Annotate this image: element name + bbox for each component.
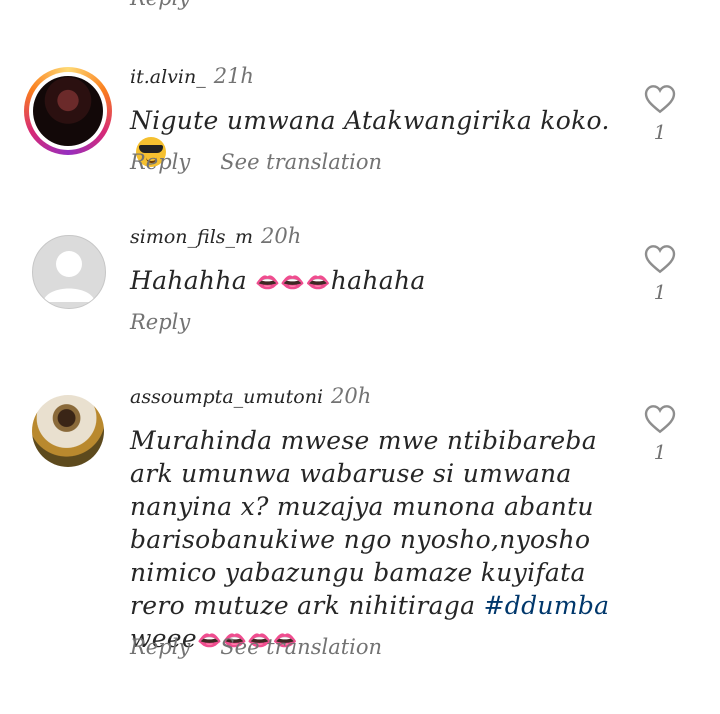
comment-meta: simon_fils_m 20h [130, 224, 301, 248]
lips-emoji-icon: 👄👄👄 [255, 270, 331, 294]
default-user-icon [43, 251, 95, 302]
avatar-story-ring[interactable] [24, 67, 112, 155]
heart-icon[interactable] [644, 84, 676, 114]
timestamp: 21h [213, 64, 254, 88]
comment-text: Murahinda mwese mwe ntibibareba ark umun… [130, 426, 610, 653]
comment-meta: it.alvin_ 21h [130, 64, 254, 88]
comment-actions: Reply [130, 310, 220, 334]
see-translation-button[interactable]: See translation [220, 150, 382, 174]
avatar [33, 76, 103, 146]
comment-text: Hahahha 👄👄👄hahaha [130, 266, 426, 295]
like-count: 1 [653, 440, 667, 464]
timestamp: 20h [261, 224, 302, 248]
comment-meta: assoumpta_umutoni 20h [130, 384, 371, 408]
reply-button[interactable]: Reply [130, 635, 190, 659]
like-control: 1 [640, 244, 680, 304]
timestamp: 20h [331, 384, 372, 408]
avatar[interactable] [32, 395, 104, 467]
username[interactable]: simon_fils_m [130, 226, 253, 248]
previous-reply-button[interactable]: Reply [130, 0, 190, 10]
heart-icon[interactable] [644, 244, 676, 274]
username[interactable]: assoumpta_umutoni [130, 386, 323, 408]
like-control: 1 [640, 404, 680, 464]
comment-actions: Reply See translation [130, 150, 412, 174]
reply-button[interactable]: Reply [130, 310, 190, 334]
like-count: 1 [653, 120, 667, 144]
heart-icon[interactable] [644, 404, 676, 434]
reply-button[interactable]: Reply [130, 150, 190, 174]
hashtag-link[interactable]: #ddumba [484, 591, 610, 620]
comment-actions: Reply See translation [130, 635, 412, 659]
see-translation-button[interactable]: See translation [220, 635, 382, 659]
like-control: 1 [640, 84, 680, 144]
username[interactable]: it.alvin_ [130, 66, 206, 88]
avatar[interactable] [32, 235, 106, 309]
like-count: 1 [653, 280, 667, 304]
